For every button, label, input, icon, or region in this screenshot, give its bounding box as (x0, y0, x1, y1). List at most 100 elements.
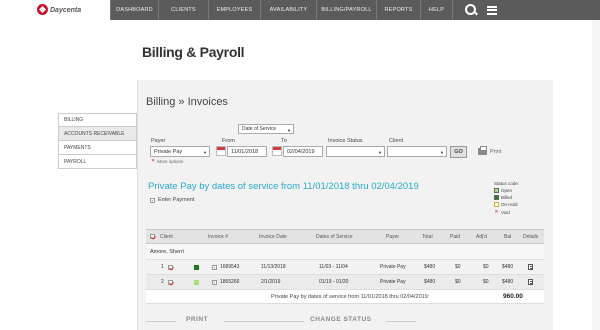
top-nav: Daycenta DASHBOARD CLIENTS EMPLOYEES AVA… (0, 0, 600, 20)
invoices-table: Client Invoice # Invoice Date Dates of S… (146, 229, 544, 304)
col-invoice-date[interactable]: Invoice Date (259, 230, 287, 243)
balance: $480 (502, 264, 514, 270)
on-hold-swatch-icon (494, 202, 499, 207)
legend-label: Void (501, 209, 510, 215)
expand-icon: + (212, 279, 217, 285)
row-expand[interactable]: + (212, 275, 217, 289)
col-total[interactable]: Total (422, 230, 433, 243)
table-row[interactable]: 2 + 1865266 2/1/2019 01/19 - 01/20 Priva… (146, 275, 544, 290)
invoice-number[interactable]: 1689543 (220, 260, 239, 274)
nav-employees[interactable]: EMPLOYEES (208, 0, 260, 20)
row-status (194, 275, 199, 289)
legend-item: On Hold (494, 202, 519, 207)
col-adjd[interactable]: Adj'd (476, 230, 487, 243)
client-select[interactable]: ▼ (387, 146, 447, 157)
payer-value: Private Pay (154, 148, 183, 155)
sidebar-item-payroll[interactable]: PAYROLL (58, 155, 137, 169)
row-checkbox[interactable] (168, 260, 173, 274)
legend-item: Open (494, 188, 519, 193)
bottom-actions: PRINT CHANGE STATUS (146, 313, 544, 330)
nav-reports[interactable]: REPORTS (376, 0, 420, 20)
select-all-checkbox[interactable] (150, 230, 155, 243)
sidebar-item-billing[interactable]: BILLING (58, 113, 137, 127)
col-dates-of-service[interactable]: Dates of Service (316, 230, 353, 243)
change-status-button[interactable]: CHANGE STATUS (310, 316, 372, 323)
details-button[interactable] (528, 260, 533, 274)
nav-help[interactable]: HELP (420, 0, 452, 20)
adjusted: $0 (483, 264, 489, 270)
paid: $0 (455, 279, 461, 285)
divider (386, 321, 416, 322)
nav-clients[interactable]: CLIENTS (158, 0, 208, 20)
more-options-label: More options (157, 158, 184, 164)
table-header: Client Invoice # Invoice Date Dates of S… (146, 229, 544, 244)
from-date-input[interactable]: 11/01/2018 (227, 146, 267, 157)
col-payer[interactable]: Payer (386, 230, 399, 243)
balance: $480 (502, 279, 514, 285)
dates-of-service: 11/03 - 11/04 (319, 264, 348, 270)
nav-icons (452, 0, 600, 20)
row-checkbox[interactable] (168, 275, 173, 289)
invoice-number[interactable]: 1865266 (220, 275, 239, 289)
paid: $0 (455, 264, 461, 270)
nav-availability[interactable]: AVAILABILITY (260, 0, 316, 20)
row-number: 1 (161, 264, 164, 270)
print-link[interactable]: Print (478, 146, 501, 155)
date-mode-select[interactable]: Date of Service ▼ (238, 124, 294, 134)
total-row: Private Pay by dates of service from 11/… (146, 290, 544, 304)
print-button[interactable]: PRINT (186, 316, 208, 323)
nav-dashboard[interactable]: DASHBOARD (110, 0, 158, 20)
from-date-value: 11/01/2018 (231, 148, 259, 155)
details-button[interactable] (528, 275, 533, 289)
divider (146, 321, 176, 322)
row-status (194, 260, 199, 274)
total-label: Private Pay by dates of service from 11/… (271, 293, 430, 300)
go-button[interactable]: GO (450, 146, 467, 158)
to-label: To (281, 138, 287, 144)
close-icon: ✕ (151, 158, 156, 164)
logo[interactable]: Daycenta (0, 0, 110, 20)
expand-icon: + (212, 264, 217, 270)
sidebar-item-payments[interactable]: PAYMENTS (58, 141, 137, 155)
sidebar-item-accounts-receivable[interactable]: ACCOUNTS RECEIVABLE (58, 127, 137, 141)
page-title: Billing & Payroll (142, 44, 245, 60)
more-options-link[interactable]: ✕ More options (151, 158, 183, 164)
invoice-status-select[interactable]: ▼ (326, 146, 385, 157)
void-x-icon: ✕ (494, 209, 499, 215)
legend-title: Status code: (494, 181, 520, 186)
payer: Private Pay (380, 279, 406, 285)
col-details[interactable]: Details (523, 230, 538, 243)
table-row[interactable]: 1 + 1689543 11/13/2018 11/03 - 11/04 Pri… (146, 260, 544, 275)
row-expand[interactable]: + (212, 260, 217, 274)
invoice-date: 11/13/2018 (261, 264, 286, 270)
logo-mark-icon (37, 4, 48, 15)
to-date-value: 02/04/2019 (287, 148, 315, 155)
payer-label: Payer (151, 138, 166, 144)
divider (224, 321, 294, 322)
payer: Private Pay (380, 264, 406, 270)
status-legend: Status code: Open Billed On Hold ✕ Void (494, 181, 519, 215)
col-client[interactable]: Client (160, 230, 173, 243)
payer-select[interactable]: Private Pay ▼ (150, 146, 210, 157)
col-invoice-num[interactable]: Invoice # (208, 230, 228, 243)
date-mode-value: Date of Service (242, 126, 277, 132)
menu-icon[interactable] (487, 5, 497, 15)
from-label: From (222, 138, 235, 144)
legend-label: Billed (501, 195, 513, 200)
calendar-icon[interactable] (272, 146, 282, 156)
client-group-row: Amore, Sherri (146, 244, 544, 260)
col-bal[interactable]: Bal (504, 230, 511, 243)
to-date-input[interactable]: 02/04/2019 (283, 146, 323, 157)
search-icon[interactable] (465, 4, 477, 16)
right-scroll-gutter (592, 20, 600, 330)
checkbox-icon (168, 264, 173, 270)
dates-of-service: 01/19 - 01/20 (319, 279, 349, 285)
col-paid[interactable]: Paid (450, 230, 460, 243)
divider (286, 321, 304, 322)
total: $480 (424, 279, 436, 285)
enter-payment-toggle[interactable]: + Enter Payment (150, 197, 194, 203)
legend-label: Open (501, 188, 513, 193)
expand-icon: + (150, 197, 155, 203)
calendar-icon[interactable] (216, 146, 226, 156)
nav-billing-payroll[interactable]: BILLING/PAYROLL (316, 0, 376, 20)
